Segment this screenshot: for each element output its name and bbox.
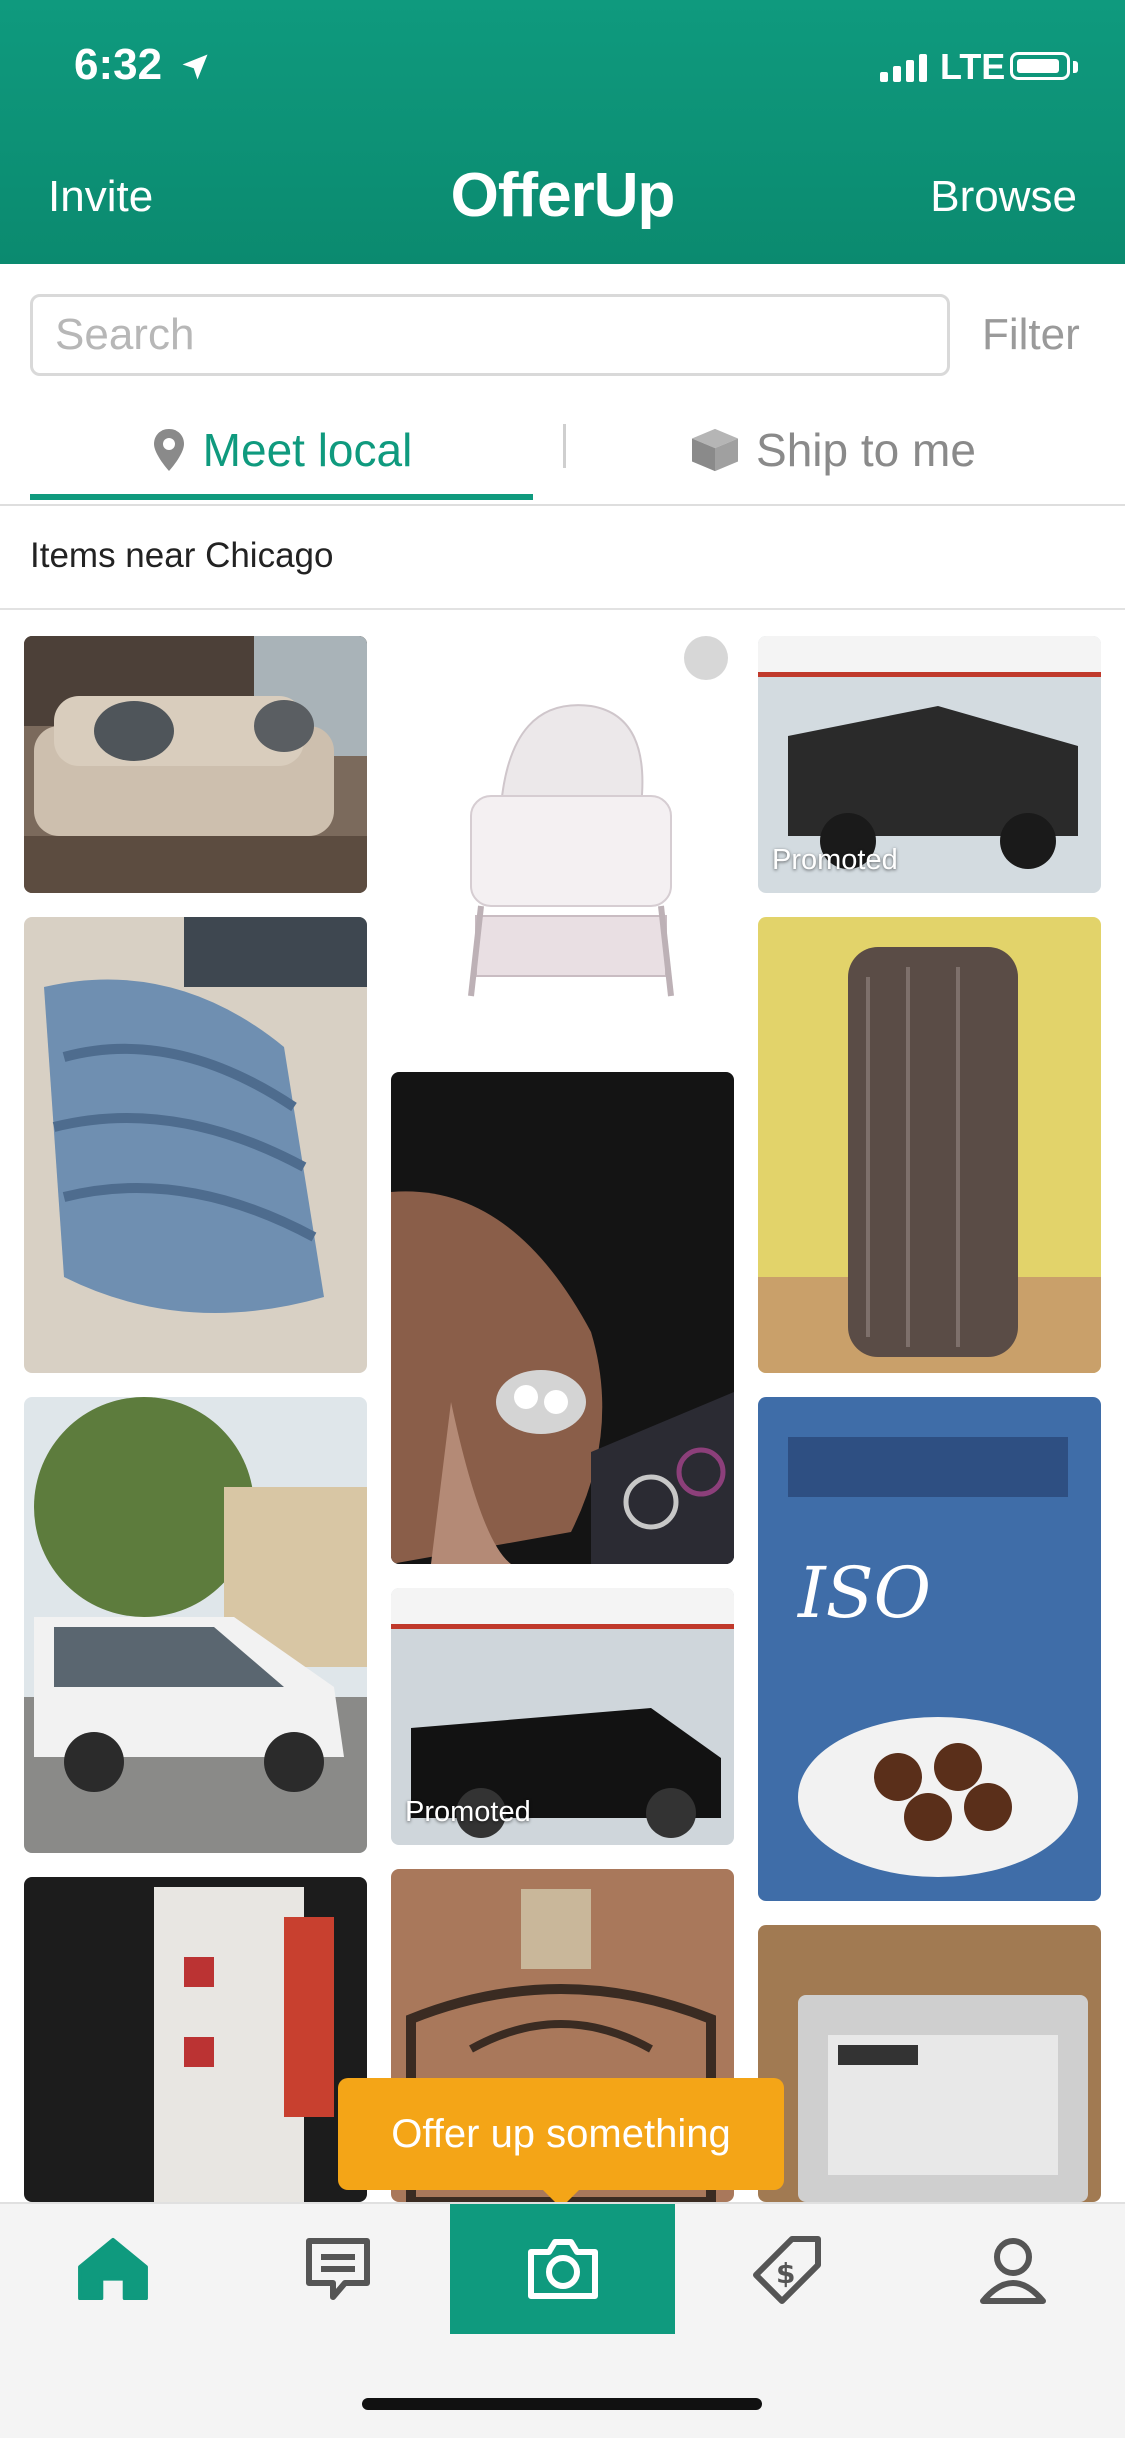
bassinet-image <box>391 636 734 1048</box>
protein-box-image: ISO <box>758 1397 1101 1901</box>
listing-ring[interactable] <box>391 1072 734 1564</box>
listing-sofa[interactable] <box>24 636 367 893</box>
location-arrow-icon <box>182 54 208 80</box>
listing-minivan[interactable] <box>24 1397 367 1853</box>
home-indicator <box>362 2398 762 2410</box>
tab-account[interactable] <box>900 2204 1125 2334</box>
listing-delta-faucet[interactable] <box>24 1877 367 2202</box>
divider <box>0 608 1125 610</box>
network-label: LTE <box>940 46 1006 87</box>
selling-tag-icon: $ <box>752 2236 821 2304</box>
delivery-tabs: Meet local Ship to me <box>0 400 1125 506</box>
listing-protein-powder[interactable]: ISO <box>758 1397 1101 1901</box>
listing-dvd-drive[interactable] <box>758 1925 1101 2202</box>
filter-button[interactable]: Filter <box>982 310 1080 360</box>
faucet-box-image <box>24 1877 367 2202</box>
location-heading: Items near Chicago <box>30 536 334 575</box>
search-input[interactable] <box>30 294 950 376</box>
dvd-drive-image <box>758 1925 1101 2202</box>
rolled-bag-image <box>758 917 1101 1373</box>
package-icon <box>692 428 739 472</box>
tab-home[interactable] <box>0 2204 225 2334</box>
top-header: 6:32 LTE Invite OfferUp Browse <box>0 0 1125 264</box>
tab-selling[interactable]: $ <box>675 2204 900 2334</box>
listing-rolled-item[interactable] <box>758 917 1101 1373</box>
sofa-image <box>24 636 367 893</box>
listing-bassinet[interactable] <box>391 636 734 1048</box>
messages-icon <box>305 2238 370 2300</box>
battery-tip <box>1073 61 1078 73</box>
signal-icon <box>880 52 927 82</box>
active-tab-indicator <box>30 494 533 500</box>
ring-image <box>391 1072 734 1564</box>
status-time: 6:32 <box>74 40 163 89</box>
tab-meet-local[interactable]: Meet local <box>30 400 533 500</box>
svg-text:$: $ <box>776 2257 795 2290</box>
tab-meet-local-label: Meet local <box>202 424 413 476</box>
jeans-image <box>24 917 367 1373</box>
offer-up-something-tooltip[interactable]: Offer up something <box>338 2078 784 2190</box>
tab-post-camera[interactable] <box>450 2204 675 2334</box>
tab-ship-to-me-label: Ship to me <box>756 424 976 476</box>
svg-text:ISO: ISO <box>796 1552 931 1634</box>
listing-jeans[interactable] <box>24 917 367 1373</box>
promoted-label: Promoted <box>772 844 898 876</box>
camera-icon <box>527 2239 598 2299</box>
battery-icon <box>1010 52 1070 80</box>
minivan-image <box>24 1397 367 1853</box>
map-pin-icon <box>153 429 184 471</box>
tab-ship-to-me[interactable]: Ship to me <box>563 400 1103 500</box>
home-icon <box>77 2237 148 2301</box>
promoted-label: Promoted <box>405 1796 531 1828</box>
listing-convertible-car[interactable]: Promoted <box>391 1588 734 1845</box>
browse-button[interactable]: Browse <box>930 172 1077 222</box>
tab-messages[interactable] <box>225 2204 450 2334</box>
listing-pickup-truck[interactable]: Promoted <box>758 636 1101 893</box>
account-icon <box>979 2238 1046 2304</box>
